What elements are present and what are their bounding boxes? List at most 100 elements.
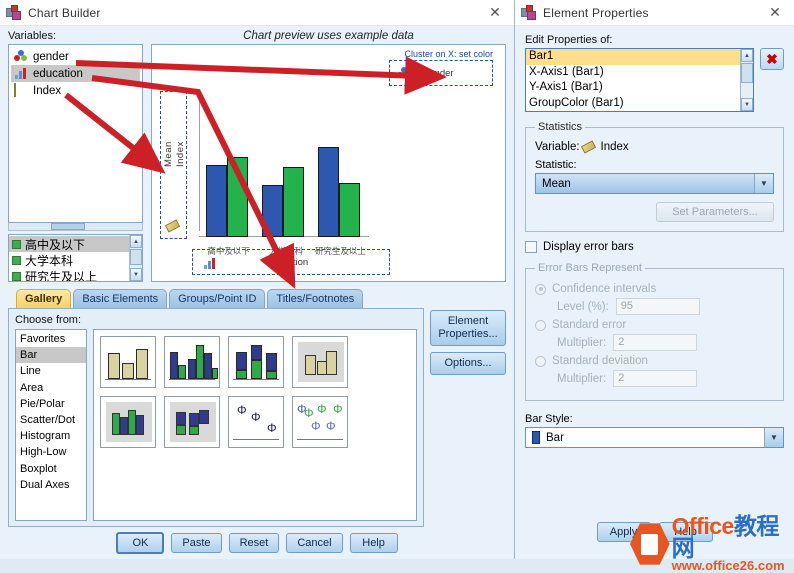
choose-from-label: Choose from: — [15, 314, 82, 326]
property-item-x-axis1[interactable]: X-Axis1 (Bar1) — [526, 65, 740, 81]
scroll-up-icon[interactable]: ▲ — [741, 49, 753, 62]
gallery-item-line[interactable]: Line — [16, 363, 86, 379]
radio-label: Confidence intervals — [552, 283, 657, 295]
clustered-bar-thumbnail[interactable] — [164, 336, 220, 388]
gallery-item-pie-polar[interactable]: Pie/Polar — [16, 396, 86, 412]
builder-top-row: Variables: gender education Index 高中及以下 … — [8, 30, 506, 282]
property-item-groupcolor[interactable]: GroupColor (Bar1) — [526, 96, 740, 112]
variable-label: gender — [33, 50, 69, 63]
multiplier-label: Multiplier: — [557, 336, 607, 349]
chevron-down-icon[interactable]: ▼ — [754, 174, 773, 193]
standard-deviation-multiplier-input: 2 — [613, 370, 698, 387]
gallery-item-bar[interactable]: Bar — [16, 347, 86, 364]
ep-help-button[interactable]: Help — [658, 522, 713, 542]
category-item[interactable]: 高中及以下 — [9, 236, 129, 252]
statistics-variable-label: Variable: — [535, 141, 580, 153]
ok-button[interactable]: OK — [116, 532, 165, 554]
statistics-group: Statistics Variable: Index Statistic: Me… — [525, 121, 784, 232]
variables-column: Variables: gender education Index 高中及以下 … — [8, 30, 143, 282]
x-tick-label: 大学本科 — [269, 246, 304, 256]
variables-horizontal-scrollbar[interactable] — [8, 223, 143, 231]
simple-bar-thumbnail[interactable] — [100, 336, 156, 388]
chart-builder-icon — [6, 4, 22, 21]
gallery-item-dual-axes[interactable]: Dual Axes — [16, 477, 86, 493]
tab-titles-footnotes[interactable]: Titles/Footnotes — [267, 289, 364, 308]
chart-builder-title: Chart Builder — [28, 5, 101, 20]
x-axis-dropzone-value: education — [267, 256, 309, 268]
chart-preview-canvas[interactable]: Cluster on X: set color gender Mean Inde… — [151, 44, 506, 282]
gallery-type-list[interactable]: Favorites Bar Line Area Pie/Polar Scatte… — [15, 329, 87, 521]
chart-builder-footer: OK Paste Reset Cancel Help — [8, 527, 506, 559]
3d-bar-thumbnail[interactable] — [292, 336, 348, 388]
options-button[interactable]: Options... — [430, 352, 506, 375]
bar-style-label: Bar Style: — [525, 413, 573, 425]
close-icon[interactable]: ✕ — [762, 2, 788, 24]
gallery-item-area[interactable]: Area — [16, 380, 86, 396]
statistic-dropdown[interactable]: Mean ▼ — [535, 173, 774, 194]
y-axis-dropzone[interactable]: Mean Index — [160, 91, 187, 239]
3d-clustered-bar-thumbnail[interactable] — [100, 396, 156, 448]
category-color-swatch — [12, 271, 21, 281]
element-properties-titlebar: Element Properties ✕ — [515, 0, 794, 26]
scroll-up-icon[interactable]: ▲ — [130, 235, 142, 248]
close-icon[interactable]: ✕ — [482, 2, 508, 24]
gallery-item-favorites[interactable]: Favorites — [16, 331, 86, 347]
category-color-swatch — [12, 255, 21, 265]
help-button[interactable]: Help — [349, 533, 398, 553]
edit-properties-list[interactable]: Bar1 X-Axis1 (Bar1) Y-Axis1 (Bar1) Group… — [525, 48, 754, 112]
error-bars-legend: Error Bars Represent — [538, 262, 642, 274]
category-item[interactable]: 研究生及以上 — [9, 268, 129, 281]
y-axis-variable-label: Index — [175, 141, 186, 167]
variable-item-education[interactable]: education — [11, 65, 140, 82]
variable-label: education — [33, 67, 83, 80]
scale-variable-icon — [14, 83, 29, 97]
element-properties-button[interactable]: Element Properties... — [430, 310, 506, 346]
gallery-item-scatter-dot[interactable]: Scatter/Dot — [16, 412, 86, 428]
gallery-item-histogram[interactable]: Histogram — [16, 428, 86, 444]
tab-basic-elements[interactable]: Basic Elements — [73, 289, 168, 308]
categories-list[interactable]: 高中及以下 大学本科 研究生及以上 ▲ ▼ — [8, 234, 143, 282]
simple-error-bar-thumbnail[interactable]: Φ Φ Φ — [228, 396, 284, 448]
scroll-down-icon[interactable]: ▼ — [741, 98, 753, 111]
bar-style-dropdown[interactable]: Bar ▼ — [525, 427, 784, 448]
statistic-label: Statistic: — [535, 159, 577, 171]
property-item-y-axis1[interactable]: Y-Axis1 (Bar1) — [526, 80, 740, 96]
property-item-bar1[interactable]: Bar1 — [526, 49, 740, 65]
preview-bars — [201, 107, 367, 240]
radio-icon — [535, 355, 546, 367]
stacked-bar-thumbnail[interactable] — [228, 336, 284, 388]
element-properties-icon — [521, 4, 537, 21]
statistics-variable-value: Index — [600, 141, 629, 153]
clustered-error-bar-thumbnail[interactable]: Φ Φ Φ Φ Φ Φ — [292, 396, 348, 448]
paste-button[interactable]: Paste — [171, 533, 222, 553]
3d-stacked-bar-thumbnail[interactable] — [164, 396, 220, 448]
chart-builder-body: Variables: gender education Index 高中及以下 … — [0, 26, 514, 559]
variable-item-gender[interactable]: gender — [11, 48, 140, 65]
gallery-item-high-low[interactable]: High-Low — [16, 444, 86, 460]
category-item[interactable]: 大学本科 — [9, 252, 129, 268]
display-error-bars-checkbox-row[interactable]: Display error bars — [525, 241, 784, 253]
cluster-dropzone[interactable]: gender — [389, 60, 493, 86]
variable-item-index[interactable]: Index — [11, 82, 140, 99]
cancel-button[interactable]: Cancel — [286, 533, 343, 553]
edit-properties-scrollbar[interactable]: ▲ ▼ — [740, 49, 753, 111]
element-properties-window: Element Properties ✕ Edit Properties of:… — [515, 0, 794, 559]
tab-groups-point-id[interactable]: Groups/Point ID — [169, 289, 266, 308]
preview-plot-area: 高中及以下 大学本科 研究生及以上 — [199, 95, 369, 256]
chevron-down-icon[interactable]: ▼ — [764, 428, 783, 447]
nominal-variable-icon — [397, 67, 412, 80]
gallery-item-boxplot[interactable]: Boxplot — [16, 461, 86, 477]
categories-scrollbar[interactable]: ▲ ▼ — [129, 235, 142, 281]
scroll-down-icon[interactable]: ▼ — [130, 268, 142, 281]
reset-button[interactable]: Reset — [228, 533, 280, 553]
radio-label: Standard error — [552, 319, 627, 331]
radio-standard-error: Standard error — [535, 319, 774, 331]
tab-gallery[interactable]: Gallery — [16, 289, 72, 308]
apply-button[interactable]: Apply — [596, 522, 651, 542]
delete-element-button[interactable]: ✖ — [760, 48, 784, 70]
x-tick-label: 研究生及以上 — [314, 246, 366, 256]
preview-title: Chart preview uses example data — [243, 30, 414, 42]
checkbox-icon[interactable] — [525, 241, 537, 253]
variables-list[interactable]: gender education Index — [8, 44, 143, 223]
builder-tabs: Gallery Basic Elements Groups/Point ID T… — [8, 288, 506, 308]
